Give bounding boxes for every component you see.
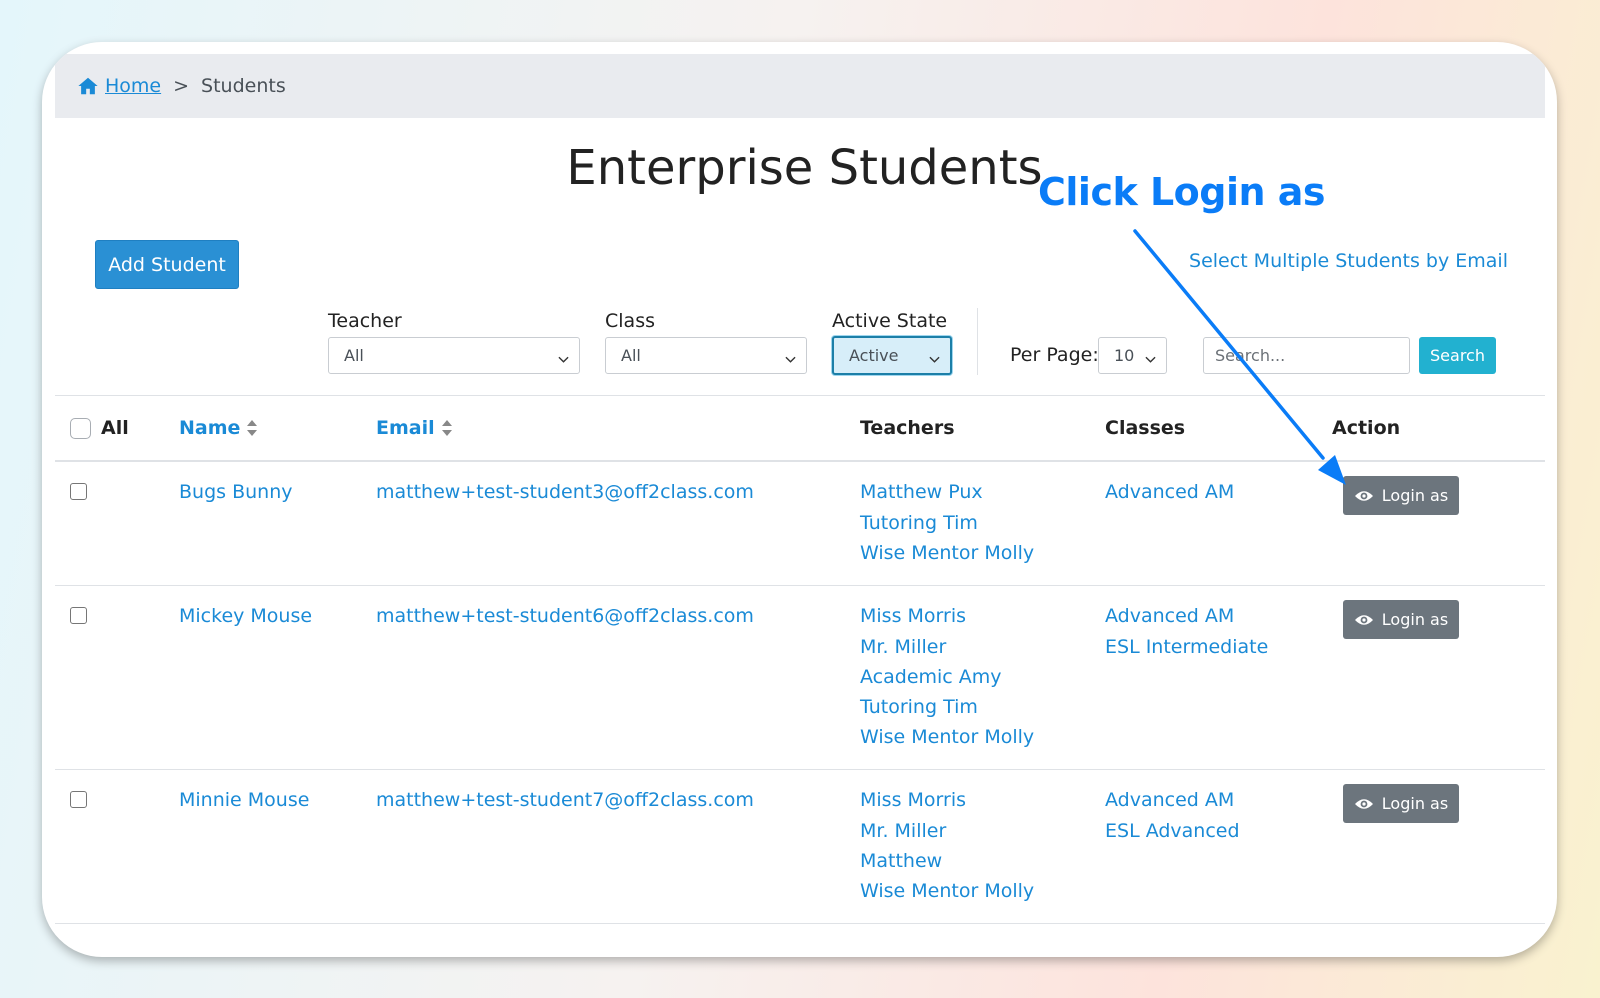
header-all: All	[101, 417, 129, 439]
row-checkbox[interactable]	[70, 607, 87, 624]
row-checkbox[interactable]	[70, 791, 87, 808]
breadcrumb-separator: >	[173, 75, 190, 97]
teacher-filter-select[interactable]: All	[328, 337, 580, 374]
login-as-label: Login as	[1381, 794, 1449, 813]
home-icon[interactable]	[77, 75, 99, 97]
chevron-down-icon	[785, 350, 796, 363]
select-multiple-students-link[interactable]: Select Multiple Students by Email	[1189, 250, 1508, 272]
login-as-label: Login as	[1381, 610, 1449, 629]
search-input[interactable]	[1203, 337, 1410, 374]
add-student-button[interactable]: Add Student	[95, 240, 239, 289]
eye-icon	[1354, 797, 1374, 811]
select-all-checkbox[interactable]	[70, 418, 91, 439]
student-name-link[interactable]: Mickey Mouse	[179, 601, 312, 631]
teacher-link[interactable]: Wise Mentor Molly	[860, 876, 1034, 906]
chevron-down-icon	[1145, 350, 1156, 363]
sort-icon[interactable]	[441, 419, 453, 437]
teacher-link[interactable]: Mr. Miller	[860, 816, 946, 846]
student-name-link[interactable]: Minnie Mouse	[179, 785, 309, 815]
breadcrumb: Home > Students	[55, 54, 1545, 118]
teacher-link[interactable]: Miss Morris	[860, 601, 966, 631]
per-page-label: Per Page:	[1010, 344, 1099, 366]
content-card: Home > Students Enterprise Students Add …	[42, 42, 1557, 957]
header-email-label: Email	[376, 417, 435, 439]
class-filter-select[interactable]: All	[605, 337, 807, 374]
row-checkbox[interactable]	[70, 483, 87, 500]
chevron-down-icon	[558, 350, 569, 363]
class-link[interactable]: Advanced AM	[1105, 785, 1234, 815]
per-page-select[interactable]: 10	[1098, 337, 1167, 374]
divider	[55, 395, 1545, 396]
login-as-button[interactable]: Login as	[1343, 784, 1459, 823]
student-email-link[interactable]: matthew+test-student3@off2class.com	[376, 477, 754, 507]
chevron-down-icon	[929, 350, 940, 363]
annotation-label: Click Login as	[1038, 170, 1326, 214]
active-state-filter-value: Active	[849, 346, 899, 365]
eye-icon	[1354, 613, 1374, 627]
row-divider	[55, 923, 1545, 924]
student-name-link[interactable]: Bugs Bunny	[179, 477, 292, 507]
breadcrumb-current: Students	[201, 75, 286, 97]
search-button[interactable]: Search	[1419, 337, 1496, 374]
row-divider	[55, 585, 1545, 586]
teacher-link[interactable]: Tutoring Tim	[860, 508, 978, 538]
active-state-filter-label: Active State	[832, 310, 948, 332]
student-email-link[interactable]: matthew+test-student7@off2class.com	[376, 785, 754, 815]
login-as-button[interactable]: Login as	[1343, 600, 1459, 639]
student-email-link[interactable]: matthew+test-student6@off2class.com	[376, 601, 754, 631]
header-action: Action	[1332, 417, 1401, 439]
class-link[interactable]: Advanced AM	[1105, 477, 1234, 507]
teacher-link[interactable]: Miss Morris	[860, 785, 966, 815]
breadcrumb-home-link[interactable]: Home	[105, 75, 161, 97]
header-name[interactable]: Name	[179, 417, 258, 439]
header-name-label: Name	[179, 417, 241, 439]
teacher-link[interactable]: Academic Amy	[860, 662, 1002, 692]
sort-icon[interactable]	[246, 419, 258, 437]
teacher-filter-value: All	[344, 346, 364, 365]
header-classes: Classes	[1105, 417, 1186, 439]
class-filter-label: Class	[605, 310, 655, 332]
teacher-link[interactable]: Matthew	[860, 846, 942, 876]
row-divider	[55, 769, 1545, 770]
login-as-button[interactable]: Login as	[1343, 476, 1459, 515]
teacher-link[interactable]: Tutoring Tim	[860, 692, 978, 722]
teacher-link[interactable]: Wise Mentor Molly	[860, 538, 1034, 568]
class-link[interactable]: ESL Advanced	[1105, 816, 1240, 846]
active-state-filter-select[interactable]: Active	[832, 336, 952, 375]
login-as-label: Login as	[1381, 486, 1449, 505]
page-title: Enterprise Students	[566, 140, 1043, 196]
header-teachers: Teachers	[860, 417, 955, 439]
eye-icon	[1354, 489, 1374, 503]
per-page-value: 10	[1114, 346, 1135, 365]
class-link[interactable]: Advanced AM	[1105, 601, 1234, 631]
teacher-link[interactable]: Mr. Miller	[860, 632, 946, 662]
teacher-filter-label: Teacher	[328, 310, 402, 332]
teacher-link[interactable]: Wise Mentor Molly	[860, 722, 1034, 752]
class-link[interactable]: ESL Intermediate	[1105, 632, 1268, 662]
class-filter-value: All	[621, 346, 641, 365]
header-email[interactable]: Email	[376, 417, 453, 439]
teacher-link[interactable]: Matthew Pux	[860, 477, 983, 507]
filter-divider	[977, 308, 978, 375]
header-divider	[55, 460, 1545, 462]
